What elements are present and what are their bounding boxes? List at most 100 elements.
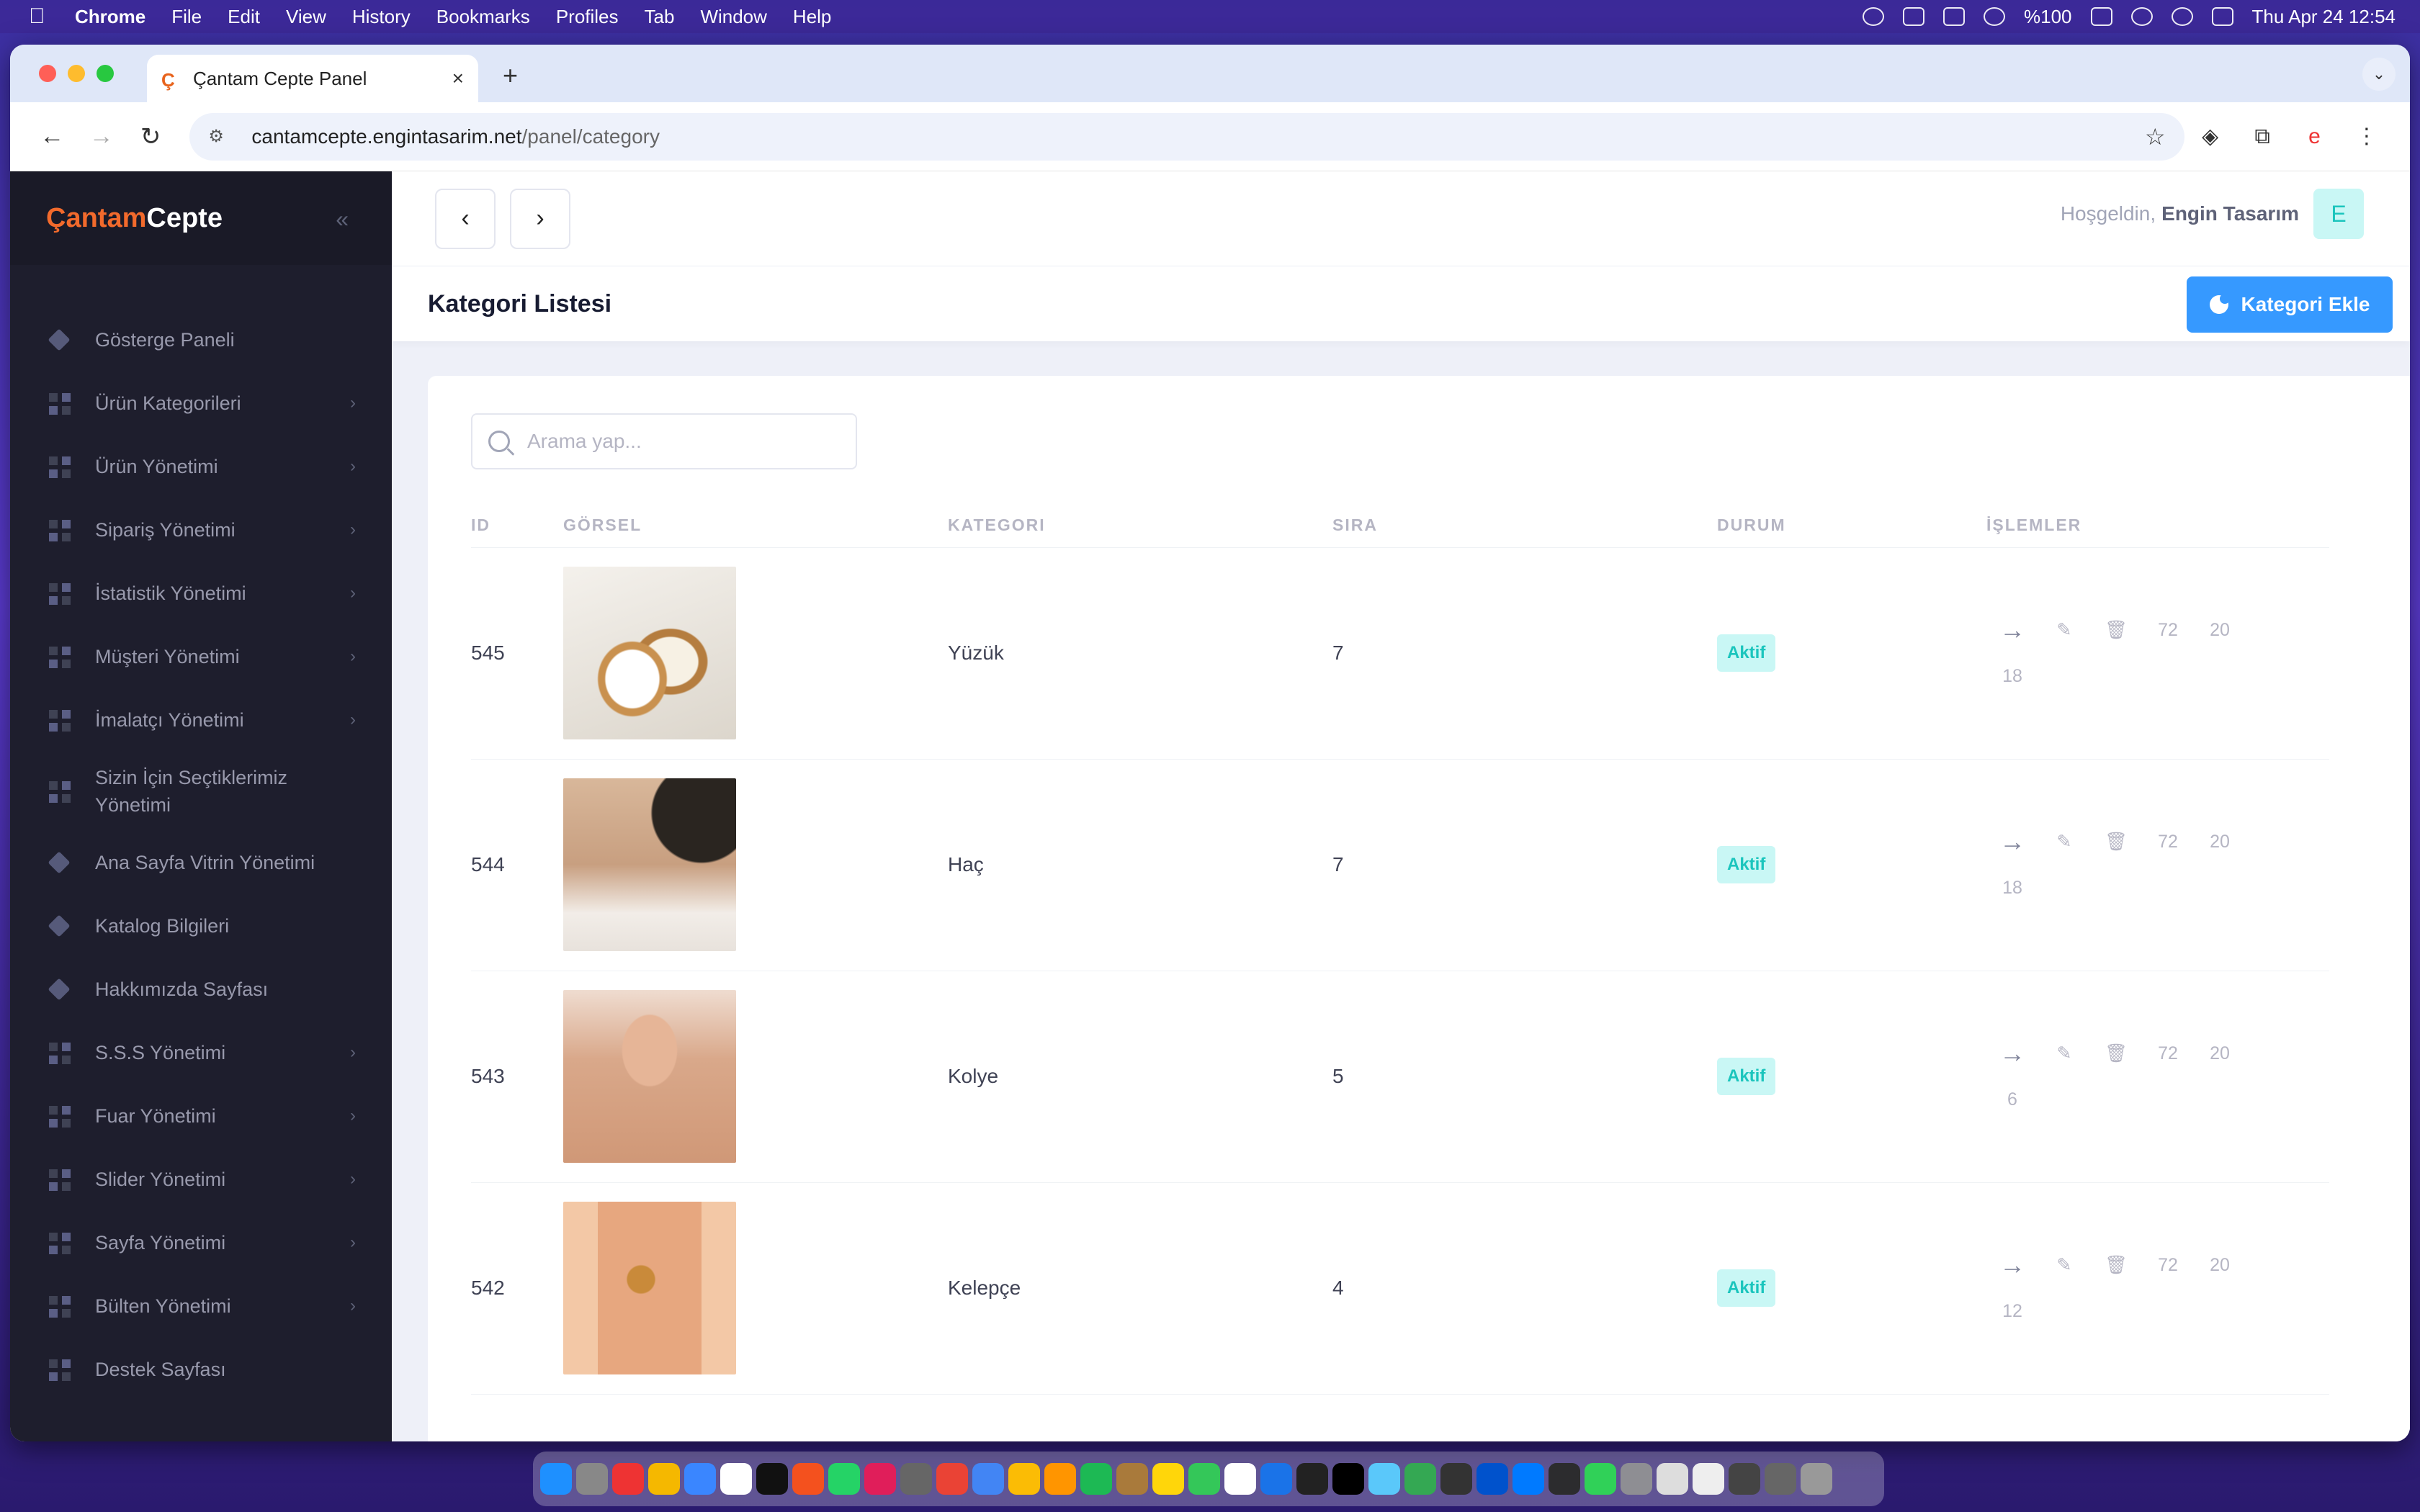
dock-app-icon[interactable]	[1332, 1463, 1364, 1495]
dock-app-icon[interactable]	[720, 1463, 752, 1495]
edit-icon[interactable]: ✎	[2038, 607, 2090, 653]
dock-app-icon[interactable]	[1152, 1463, 1184, 1495]
sidebar-item-6[interactable]: İmalatçı Yönetimi ›	[10, 688, 392, 752]
arrow-right-icon[interactable]: →	[1986, 819, 2038, 865]
status-icon[interactable]	[1863, 7, 1885, 26]
dock-app-icon[interactable]	[1549, 1463, 1580, 1495]
sidebar-item-14[interactable]: Sayfa Yönetimi ›	[10, 1211, 392, 1274]
dock-app-icon[interactable]	[792, 1463, 824, 1495]
action-count[interactable]: 20	[2194, 1242, 2246, 1288]
dock-app-icon[interactable]	[1080, 1463, 1112, 1495]
dock-app-icon[interactable]	[1765, 1463, 1796, 1495]
wifi-icon[interactable]	[2130, 7, 2153, 26]
sidebar-item-10[interactable]: Hakkımızda Sayfası	[10, 958, 392, 1021]
category-image[interactable]	[563, 990, 736, 1163]
dock-app-icon[interactable]	[1621, 1463, 1652, 1495]
sidebar-item-3[interactable]: Sipariş Yönetimi ›	[10, 498, 392, 562]
apple-icon[interactable]: 	[29, 6, 50, 27]
back-button[interactable]: ←	[27, 122, 76, 150]
menu-view[interactable]: View	[286, 6, 326, 28]
action-count[interactable]: 18	[1986, 653, 2038, 699]
dock-app-icon[interactable]	[756, 1463, 788, 1495]
dock-app-icon[interactable]	[612, 1463, 644, 1495]
action-count[interactable]: 20	[2194, 607, 2246, 653]
bluetooth-icon[interactable]	[1984, 7, 2006, 26]
tab-search-button[interactable]: ⌄	[2362, 58, 2396, 91]
profile-icon[interactable]: e	[2288, 125, 2340, 149]
sidebar-item-13[interactable]: Slider Yönetimi ›	[10, 1148, 392, 1211]
action-count[interactable]: 18	[1986, 865, 2038, 911]
col-actions[interactable]: İŞLEMLER	[1986, 504, 2329, 548]
dock-app-icon[interactable]	[864, 1463, 896, 1495]
action-count[interactable]: 12	[1986, 1288, 2038, 1334]
sidebar-item-9[interactable]: Katalog Bilgileri	[10, 894, 392, 958]
dock-app-icon[interactable]	[900, 1463, 932, 1495]
status-icon[interactable]	[1943, 7, 1966, 26]
sidebar-item-7[interactable]: Sizin İçin Seçtiklerimiz Yönetimi	[10, 752, 392, 831]
action-count[interactable]: 20	[2194, 819, 2246, 865]
control-center-icon[interactable]	[2211, 7, 2233, 26]
sidebar-item-8[interactable]: Ana Sayfa Vitrin Yönetimi	[10, 831, 392, 894]
brand-logo[interactable]: ÇantamCepte	[46, 203, 223, 234]
sidebar-item-5[interactable]: Müşteri Yönetimi ›	[10, 625, 392, 688]
menu-history[interactable]: History	[352, 6, 411, 28]
arrow-right-icon[interactable]: →	[1986, 1030, 2038, 1076]
reload-button[interactable]: ↻	[126, 122, 175, 151]
edit-icon[interactable]: ✎	[2038, 1030, 2090, 1076]
dock-app-icon[interactable]	[1368, 1463, 1400, 1495]
dock-app-icon[interactable]	[1116, 1463, 1148, 1495]
zoom-window-button[interactable]	[97, 65, 114, 82]
dock-app-icon[interactable]	[1188, 1463, 1220, 1495]
status-icon[interactable]	[1903, 7, 1925, 26]
action-count[interactable]: 72	[2142, 1242, 2194, 1288]
close-tab-icon[interactable]: ×	[452, 67, 464, 90]
sidebar-item-4[interactable]: İstatistik Yönetimi ›	[10, 562, 392, 625]
col-status[interactable]: DURUM	[1717, 504, 1986, 548]
action-count[interactable]: 72	[2142, 1030, 2194, 1076]
trash-icon[interactable]: 🗑	[2090, 819, 2142, 865]
trash-icon[interactable]: 🗑	[2090, 1030, 2142, 1076]
forward-button[interactable]: →	[76, 122, 125, 150]
sidebar-item-0[interactable]: Gösterge Paneli	[10, 308, 392, 372]
dock-app-icon[interactable]	[648, 1463, 680, 1495]
dock-app-icon[interactable]	[972, 1463, 1004, 1495]
collapse-sidebar-icon[interactable]: «	[336, 206, 349, 233]
dock-app-icon[interactable]	[1260, 1463, 1292, 1495]
sidebar-item-16[interactable]: Destek Sayfası	[10, 1338, 392, 1401]
close-window-button[interactable]	[39, 65, 56, 82]
dock-app-icon[interactable]	[1044, 1463, 1076, 1495]
dock-app-icon[interactable]	[576, 1463, 608, 1495]
history-forward-button[interactable]: ›	[510, 188, 570, 249]
dock-app-icon[interactable]	[540, 1463, 572, 1495]
sidebar-item-2[interactable]: Ürün Yönetimi ›	[10, 435, 392, 498]
add-category-button[interactable]: Kategori Ekle	[2187, 276, 2393, 333]
arrow-right-icon[interactable]: →	[1986, 1242, 2038, 1288]
address-bar[interactable]: ⚙ cantamcepte.engintasarim.net/panel/cat…	[189, 112, 2184, 161]
menu-edit[interactable]: Edit	[228, 6, 260, 28]
trash-icon[interactable]: 🗑	[2090, 607, 2142, 653]
sidebar-item-15[interactable]: Bülten Yönetimi ›	[10, 1274, 392, 1338]
extension-icon[interactable]: ◈	[2184, 124, 2236, 149]
menu-bookmarks[interactable]: Bookmarks	[436, 6, 530, 28]
col-image[interactable]: GÖRSEL	[563, 504, 948, 548]
dock-app-icon[interactable]	[1404, 1463, 1436, 1495]
dock-app-icon[interactable]	[1224, 1463, 1256, 1495]
dock-app-icon[interactable]	[1512, 1463, 1544, 1495]
category-image[interactable]	[563, 567, 736, 739]
arrow-right-icon[interactable]: →	[1986, 607, 2038, 653]
action-count[interactable]: 6	[1986, 1076, 2038, 1122]
category-image[interactable]	[563, 778, 736, 951]
menu-window[interactable]: Window	[700, 6, 766, 28]
dock-app-icon[interactable]	[1476, 1463, 1508, 1495]
col-category[interactable]: KATEGORI	[948, 504, 1332, 548]
sidebar-item-1[interactable]: Ürün Kategorileri ›	[10, 372, 392, 435]
spotlight-icon[interactable]	[2171, 7, 2193, 26]
category-image[interactable]	[563, 1202, 736, 1374]
dock-app-icon[interactable]	[828, 1463, 860, 1495]
avatar[interactable]: E	[2313, 189, 2364, 239]
site-info-icon[interactable]: ⚙	[208, 126, 233, 147]
history-back-button[interactable]: ‹	[435, 188, 496, 249]
action-count[interactable]: 20	[2194, 1030, 2246, 1076]
dock-app-icon[interactable]	[1585, 1463, 1616, 1495]
bookmark-star-icon[interactable]: ☆	[2145, 123, 2166, 150]
